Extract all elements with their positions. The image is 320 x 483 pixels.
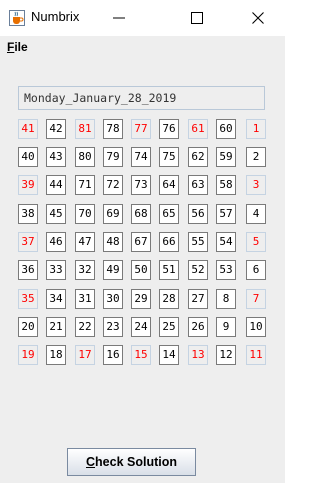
number-input-cell[interactable]: 38 (18, 204, 38, 224)
number-input-cell[interactable]: 76 (159, 119, 179, 139)
maximize-icon[interactable] (174, 0, 220, 36)
given-number-cell: 3 (246, 175, 266, 195)
number-input-cell[interactable]: 56 (188, 204, 208, 224)
number-input-cell[interactable]: 53 (216, 260, 236, 280)
given-number-cell: 11 (246, 345, 266, 365)
given-number-cell: 39 (18, 175, 38, 195)
number-input-cell[interactable]: 67 (131, 232, 151, 252)
check-solution-button[interactable]: Check Solution (67, 448, 196, 476)
given-number-cell: 17 (75, 345, 95, 365)
number-input-cell[interactable]: 44 (46, 175, 66, 195)
number-input-cell[interactable]: 46 (46, 232, 66, 252)
number-input-cell[interactable]: 52 (188, 260, 208, 280)
number-input-cell[interactable]: 65 (159, 204, 179, 224)
number-input-cell[interactable]: 60 (216, 119, 236, 139)
minimize-icon[interactable] (96, 0, 142, 36)
number-input-cell[interactable]: 28 (159, 289, 179, 309)
number-input-cell[interactable]: 29 (131, 289, 151, 309)
number-input-cell[interactable]: 42 (46, 119, 66, 139)
number-input-cell[interactable]: 9 (216, 317, 236, 337)
number-input-cell[interactable]: 51 (159, 260, 179, 280)
number-input-cell[interactable]: 75 (159, 147, 179, 167)
number-input-cell[interactable]: 24 (131, 317, 151, 337)
number-input-cell[interactable]: 55 (188, 232, 208, 252)
number-input-cell[interactable]: 27 (188, 289, 208, 309)
number-input-cell[interactable]: 79 (103, 147, 123, 167)
number-input-cell[interactable]: 58 (216, 175, 236, 195)
given-number-cell: 15 (131, 345, 151, 365)
java-cup-icon (9, 10, 25, 26)
number-input-cell[interactable]: 71 (75, 175, 95, 195)
number-input-cell[interactable]: 4 (246, 204, 266, 224)
number-input-cell[interactable]: 43 (46, 147, 66, 167)
number-input-cell[interactable]: 21 (46, 317, 66, 337)
file-label-rest: ile (14, 40, 28, 54)
title-bar: Numbrix (0, 0, 285, 36)
number-input-cell[interactable]: 32 (75, 260, 95, 280)
given-number-cell: 37 (18, 232, 38, 252)
given-number-cell: 1 (246, 119, 266, 139)
number-input-cell[interactable]: 30 (103, 289, 123, 309)
number-input-cell[interactable]: 54 (216, 232, 236, 252)
number-input-cell[interactable]: 23 (103, 317, 123, 337)
number-input-cell[interactable]: 10 (246, 317, 266, 337)
window-title: Numbrix (31, 9, 80, 24)
given-number-cell: 35 (18, 289, 38, 309)
number-input-cell[interactable]: 59 (216, 147, 236, 167)
number-input-cell[interactable]: 12 (216, 345, 236, 365)
number-input-cell[interactable]: 63 (188, 175, 208, 195)
date-field: Monday_January_28_2019 (18, 86, 265, 110)
number-input-cell[interactable]: 47 (75, 232, 95, 252)
number-input-cell[interactable]: 18 (46, 345, 66, 365)
number-input-cell[interactable]: 40 (18, 147, 38, 167)
given-number-cell: 5 (246, 232, 266, 252)
number-input-cell[interactable]: 22 (75, 317, 95, 337)
menu-file[interactable]: File (7, 40, 28, 54)
number-input-cell[interactable]: 36 (18, 260, 38, 280)
given-number-cell: 19 (18, 345, 38, 365)
number-input-cell[interactable]: 33 (46, 260, 66, 280)
number-input-cell[interactable]: 16 (103, 345, 123, 365)
number-input-cell[interactable]: 48 (103, 232, 123, 252)
close-icon[interactable] (235, 0, 281, 36)
number-input-cell[interactable]: 64 (159, 175, 179, 195)
given-number-cell: 61 (188, 119, 208, 139)
number-input-cell[interactable]: 6 (246, 260, 266, 280)
number-input-cell[interactable]: 50 (131, 260, 151, 280)
number-input-cell[interactable]: 72 (103, 175, 123, 195)
given-number-cell: 13 (188, 345, 208, 365)
number-input-cell[interactable]: 69 (103, 204, 123, 224)
number-input-cell[interactable]: 49 (103, 260, 123, 280)
number-input-cell[interactable]: 68 (131, 204, 151, 224)
check-mnemonic: C (86, 455, 96, 469)
number-input-cell[interactable]: 45 (46, 204, 66, 224)
given-number-cell: 77 (131, 119, 151, 139)
number-input-cell[interactable]: 8 (216, 289, 236, 309)
given-number-cell: 41 (18, 119, 38, 139)
number-input-cell[interactable]: 74 (131, 147, 151, 167)
main-panel: Monday_January_28_2019 41 42 81 78 77 76 61 60 1… (0, 58, 285, 483)
number-input-cell[interactable]: 2 (246, 147, 266, 167)
number-input-cell[interactable]: 70 (75, 204, 95, 224)
number-input-cell[interactable]: 14 (159, 345, 179, 365)
number-input-cell[interactable]: 78 (103, 119, 123, 139)
menu-bar: File (0, 36, 285, 58)
number-input-cell[interactable]: 26 (188, 317, 208, 337)
number-input-cell[interactable]: 31 (75, 289, 95, 309)
number-input-cell[interactable]: 66 (159, 232, 179, 252)
number-input-cell[interactable]: 73 (131, 175, 151, 195)
number-input-cell[interactable]: 20 (18, 317, 38, 337)
given-number-cell: 81 (75, 119, 95, 139)
number-input-cell[interactable]: 80 (75, 147, 95, 167)
check-label-rest: heck Solution (95, 455, 177, 469)
given-number-cell: 7 (246, 289, 266, 309)
number-input-cell[interactable]: 34 (46, 289, 66, 309)
number-input-cell[interactable]: 25 (159, 317, 179, 337)
number-input-cell[interactable]: 62 (188, 147, 208, 167)
number-input-cell[interactable]: 57 (216, 204, 236, 224)
